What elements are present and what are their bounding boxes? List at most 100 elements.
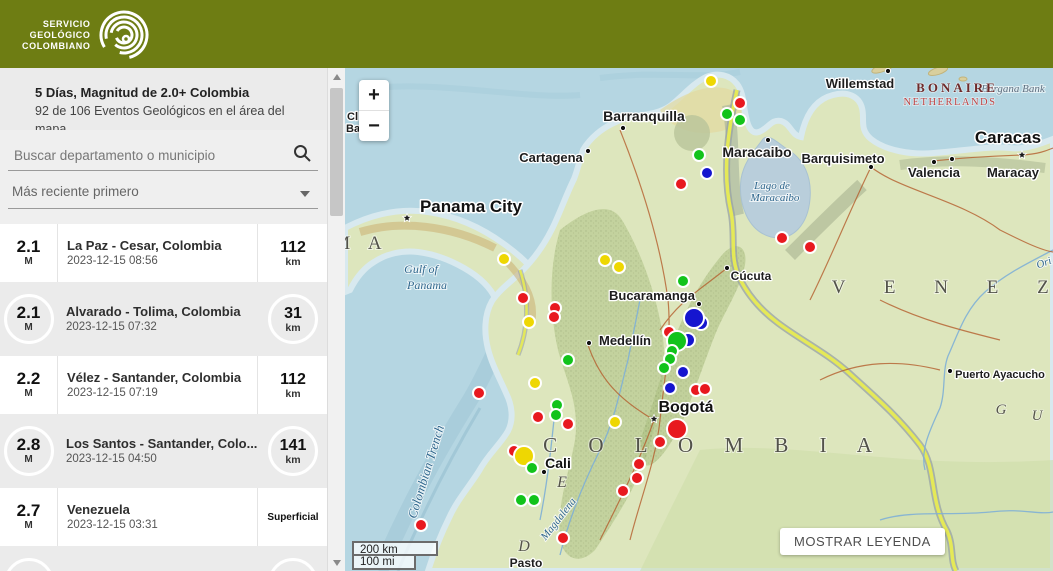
map-canvas[interactable]: Barranquilla Cartagena Panama City Willemst… <box>345 68 1053 571</box>
earthquake-marker[interactable] <box>612 260 626 274</box>
map-label: Lago de <box>753 180 790 192</box>
earthquake-marker[interactable] <box>531 410 545 424</box>
earthquake-marker[interactable] <box>632 457 646 471</box>
zoom-in-button[interactable]: + <box>359 80 389 111</box>
earthquake-marker[interactable] <box>704 74 718 88</box>
list-item[interactable]: 2.8 M Los Santos - Santander, Colo... 2023… <box>0 418 328 484</box>
earthquake-marker[interactable] <box>733 96 747 110</box>
map-label: BONAIRE <box>916 80 998 95</box>
map-label: Cúcuta <box>731 269 772 283</box>
earthquake-marker[interactable] <box>522 315 536 329</box>
earthquake-marker[interactable] <box>700 166 714 180</box>
earthquake-marker[interactable] <box>683 307 705 329</box>
arrow-up-icon <box>332 73 341 80</box>
sort-selected-value: Más reciente primero <box>12 184 139 199</box>
earthquake-list-panel: 5 Días, Magnitud de 2.0+ Colombia 92 de … <box>0 68 345 571</box>
list-title: 5 Días, Magnitud de 2.0+ Colombia <box>35 85 250 100</box>
map-label: Maracaibo <box>750 192 800 204</box>
map-label: Medellín <box>599 333 651 348</box>
earthquake-marker[interactable] <box>472 386 486 400</box>
city-marker <box>948 155 956 163</box>
event-time: 2023-12-15 04:50 <box>66 453 157 465</box>
earthquake-marker[interactable] <box>516 291 530 305</box>
earthquake-marker[interactable] <box>674 177 688 191</box>
earthquake-marker[interactable] <box>775 231 789 245</box>
earthquake-marker[interactable] <box>497 252 511 266</box>
list-item[interactable]: Vélez - Santander, Colombia <box>0 550 328 571</box>
earthquake-marker[interactable] <box>514 493 528 507</box>
sidebar-scrollbar[interactable] <box>327 68 345 571</box>
event-time: 2023-12-15 03:31 <box>67 519 158 531</box>
earthquake-marker[interactable] <box>676 274 690 288</box>
map-label: E <box>556 474 567 491</box>
list-item[interactable]: 2.2 M Vélez - Santander, Colombia 2023-12-… <box>0 352 328 418</box>
earthquake-marker[interactable] <box>608 415 622 429</box>
earthquake-marker[interactable] <box>547 310 561 324</box>
earthquake-marker[interactable] <box>733 113 747 127</box>
city-marker <box>764 136 772 144</box>
earthquake-marker[interactable] <box>561 417 575 431</box>
earthquake-marker[interactable] <box>663 381 677 395</box>
logo-line: COLOMBIANO <box>22 40 91 51</box>
earthquake-marker[interactable] <box>527 493 541 507</box>
city-marker <box>584 147 592 155</box>
city-marker <box>867 163 875 171</box>
depth-unit: km <box>285 321 301 334</box>
show-legend-button[interactable]: MOSTRAR LEYENDA <box>780 528 945 555</box>
earthquake-marker[interactable] <box>803 240 817 254</box>
earthquake-marker[interactable] <box>556 531 570 545</box>
map[interactable]: Barranquilla Cartagena Panama City Willemst… <box>345 68 1053 571</box>
list-item[interactable]: 2.1 M La Paz - Cesar, Colombia 2023-12-15 … <box>0 220 328 286</box>
spiral-logo-icon <box>99 10 148 60</box>
earthquake-marker[interactable] <box>676 365 690 379</box>
map-label: Panama City <box>420 197 523 216</box>
city-marker <box>540 468 548 476</box>
earthquake-marker[interactable] <box>666 418 688 440</box>
earthquake-marker[interactable] <box>720 107 734 121</box>
map-label: Maracay <box>987 165 1040 180</box>
earthquake-marker[interactable] <box>657 361 671 375</box>
map-label: Caracas <box>975 128 1041 147</box>
magnitude-value: 2.1 <box>16 237 41 256</box>
earthquake-marker[interactable] <box>630 471 644 485</box>
event-place: Venezuela <box>67 502 130 517</box>
earthquake-marker[interactable] <box>698 382 712 396</box>
earthquake-marker[interactable] <box>616 484 630 498</box>
map-label: Cartagena <box>519 150 583 165</box>
magnitude-value: 2.8 <box>16 435 41 454</box>
scroll-down-button[interactable] <box>328 554 345 571</box>
earthquake-marker[interactable] <box>653 435 667 449</box>
arrow-down-icon <box>332 559 341 566</box>
magnitude-value: 2.2 <box>16 369 41 388</box>
magnitude-value: 2.1 <box>16 303 41 322</box>
scrollbar-thumb[interactable] <box>330 88 343 216</box>
sgc-logo[interactable]: SERVICIO GEOLÓGICO COLOMBIANO <box>22 9 153 61</box>
earthquake-marker[interactable] <box>598 253 612 267</box>
city-marker <box>723 264 731 272</box>
event-place: Alvarado - Tolima, Colombia <box>66 304 241 319</box>
event-time: 2023-12-15 08:56 <box>67 255 158 267</box>
earthquake-marker[interactable] <box>525 461 539 475</box>
city-marker <box>884 68 892 75</box>
zoom-out-button[interactable]: − <box>359 111 389 141</box>
depth-value: 31 <box>284 304 302 322</box>
search-icon[interactable] <box>292 143 312 163</box>
earthquake-marker[interactable] <box>414 518 428 532</box>
map-label: Panama <box>406 278 447 292</box>
earthquake-marker[interactable] <box>692 148 706 162</box>
sort-dropdown[interactable]: Más reciente primero <box>8 178 318 209</box>
scroll-up-button[interactable] <box>328 68 345 85</box>
search-input[interactable] <box>12 142 276 168</box>
earthquake-marker[interactable] <box>561 353 575 367</box>
city-marker <box>695 300 703 308</box>
earthquake-marker[interactable] <box>528 376 542 390</box>
map-label: Maracaibo <box>722 144 791 160</box>
city-marker <box>619 124 627 132</box>
list-item[interactable]: 2.7 M Venezuela 2023-12-15 03:31 Superfici… <box>0 484 328 550</box>
list-item[interactable]: 2.1 M Alvarado - Tolima, Colombia 2023-12-… <box>0 286 328 352</box>
earthquake-marker[interactable] <box>549 408 563 422</box>
map-label: Cali <box>545 455 571 471</box>
depth-unit: km <box>285 453 301 466</box>
scale-bar: 200 km 100 mi <box>352 541 438 570</box>
magnitude-unit: M <box>24 388 33 399</box>
